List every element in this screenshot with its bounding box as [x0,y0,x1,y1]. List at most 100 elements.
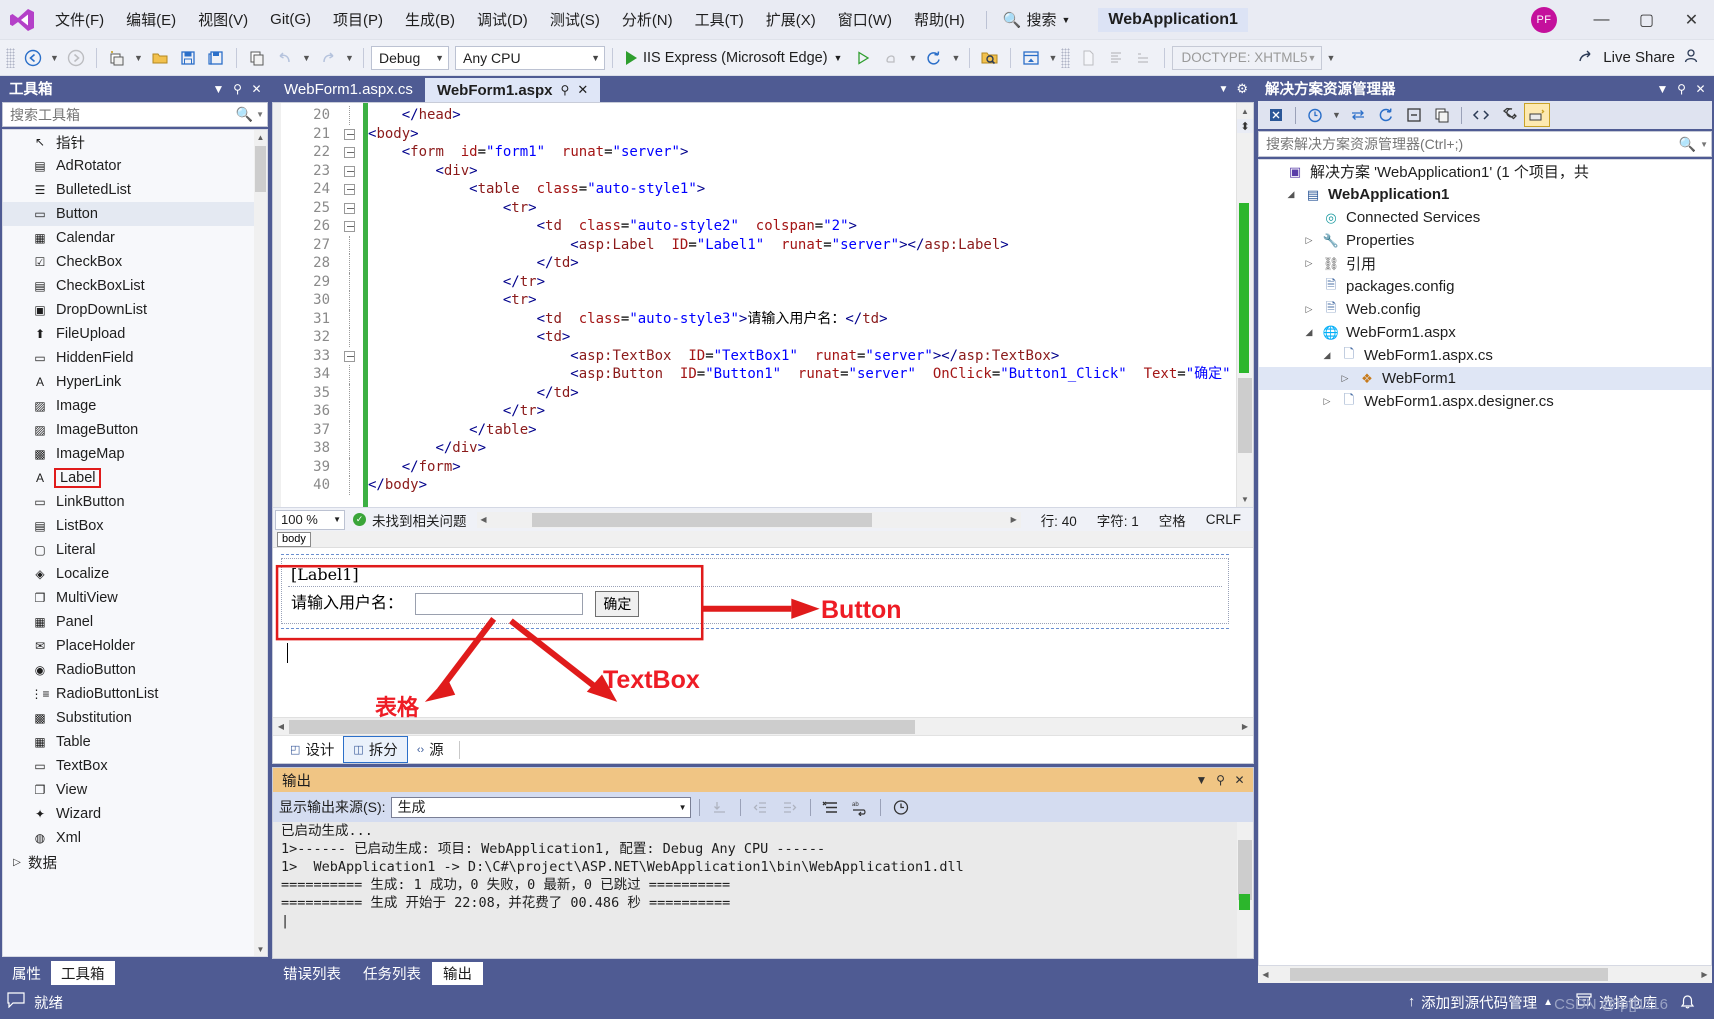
solution-tree-node[interactable]: ▣ 解决方案 'WebApplication1' (1 个项目，共 [1259,160,1711,183]
solution-tree-node[interactable]: ▷ 🗎 Web.config [1259,298,1711,321]
code-folding-column[interactable] [337,103,363,507]
live-share-button[interactable]: Live Share [1578,48,1708,68]
close-icon[interactable]: ✕ [247,79,266,98]
menu-analyze[interactable]: 分析(N) [611,4,684,35]
menu-edit[interactable]: 编辑(E) [115,4,187,35]
toolbox-item-localize[interactable]: ◈ Localize [3,562,267,586]
chevron-down-icon[interactable]: ▼ [1653,79,1672,98]
collapse-icon[interactable] [344,350,355,362]
solution-tree-node[interactable]: ▷ 🔧 Properties [1259,229,1711,252]
toolbox-item-button[interactable]: ▭ Button [3,202,267,226]
refresh-icon[interactable] [1373,103,1399,127]
fold-row[interactable] [337,439,363,458]
toolbar-grip-2[interactable] [1061,47,1071,68]
menu-extensions[interactable]: 扩展(X) [755,4,827,35]
global-search-box[interactable]: 🔍 搜索 ▼ [997,6,1077,33]
collapse-all-icon[interactable] [1401,103,1427,127]
toolbox-item-checkbox[interactable]: ☑ CheckBox [3,250,267,274]
fold-row[interactable] [337,106,363,125]
toolbox-item-radiobuttonlist[interactable]: ⋮≡ RadioButtonList [3,682,267,706]
solution-explorer-view-icon[interactable] [1263,103,1289,127]
toolbar-grip[interactable] [6,47,15,68]
toolbox-item-substitution[interactable]: ▩ Substitution [3,706,267,730]
code-line[interactable]: <asp:Label ID="Label1" runat="server"></… [368,236,1236,255]
expander-collapsed-icon[interactable]: ▷ [1299,304,1319,315]
solution-horizontal-scrollbar[interactable]: ◀ ▶ [1258,966,1712,983]
toolbox-item-fileupload[interactable]: ⬆ FileUpload [3,322,267,346]
navigate-back-icon[interactable] [20,45,46,71]
start-debug-button[interactable]: IIS Express (Microsoft Edge) ▼ [620,50,848,66]
design-label-placeholder[interactable]: [Label1] [291,565,359,584]
toolbar-overflow-icon[interactable]: ▼ [1324,53,1337,63]
design-horizontal-scrollbar[interactable]: ◀ ▶ [273,717,1253,735]
design-h-thumb[interactable] [289,719,915,734]
code-line[interactable]: </td> [368,254,1236,273]
code-line[interactable]: <tr> [368,199,1236,218]
comment-selection-icon[interactable] [1131,45,1157,71]
tab-split-view[interactable]: ◫ 拆分 [343,736,408,763]
fold-row[interactable] [337,125,363,144]
fold-row[interactable] [337,291,363,310]
pending-changes-icon[interactable] [1302,103,1328,127]
tab-properties[interactable]: 属性 [2,961,51,985]
new-project-icon[interactable] [104,45,130,71]
expander-expanded-icon[interactable]: ◢ [1281,189,1301,200]
toolbox-item-list[interactable]: ↖ 指针 ▤ AdRotator ☰ BulletedList ▭ Button ▦ Calend… [2,129,268,957]
menu-project[interactable]: 项目(P) [322,4,394,35]
code-line[interactable]: <td class="auto-style3">请输入用户名：</td> [368,310,1236,329]
zoom-level-select[interactable]: 100 % ▼ [275,509,345,530]
toolbox-item-panel[interactable]: ▦ Panel [3,610,267,634]
fold-row[interactable] [337,309,363,328]
output-vertical-scrollbar[interactable] [1237,822,1253,958]
tag-body[interactable]: body [277,531,311,547]
toolbox-item-dropdownlist[interactable]: ▣ DropDownList [3,298,267,322]
toolbox-scroll-thumb[interactable] [255,146,266,192]
new-file-icon[interactable] [1075,45,1101,71]
code-line[interactable]: <body> [368,125,1236,144]
code-line[interactable]: <form id="form1" runat="server"> [368,143,1236,162]
scroll-down-icon[interactable]: ▼ [1237,491,1253,507]
expander-expanded-icon[interactable]: ◢ [1299,327,1319,338]
scroll-up-icon[interactable]: ▲ [254,130,267,144]
avatar[interactable]: PF [1531,6,1557,33]
scroll-right-icon[interactable]: ▶ [1697,970,1712,979]
fold-row[interactable] [337,143,363,162]
code-line[interactable]: <table class="auto-style1"> [368,180,1236,199]
editor-horizontal-scrollbar[interactable]: ◀ ▶ [476,511,1021,528]
solution-tree-node[interactable]: ▷ ⛓ 引用 [1259,252,1711,275]
open-file-icon[interactable] [147,45,173,71]
fold-row[interactable] [337,272,363,291]
tab-webform1-aspx-cs[interactable]: WebForm1.aspx.cs [272,76,425,102]
tab-toolbox[interactable]: 工具箱 [51,961,115,985]
design-textbox[interactable] [415,593,584,616]
expander-expanded-icon[interactable]: ◢ [1317,350,1337,361]
restart-dropdown-icon[interactable]: ▼ [949,53,962,63]
solution-tree-node[interactable]: ◢ ▤ WebApplication1 [1259,183,1711,206]
toolbox-item-radiobutton[interactable]: ◉ RadioButton [3,658,267,682]
menu-help[interactable]: 帮助(H) [903,4,976,35]
history-icon[interactable] [889,796,913,818]
scroll-left-icon[interactable]: ◀ [1258,970,1273,979]
previous-message-icon[interactable] [749,796,773,818]
solution-tree[interactable]: ▣ 解决方案 'WebApplication1' (1 个项目，共 ◢ ▤ WebApp… [1258,159,1712,966]
toolbox-item-textbox[interactable]: ▭ TextBox [3,754,267,778]
toolbox-item-linkbutton[interactable]: ▭ LinkButton [3,490,267,514]
preview-selected-items-icon[interactable] [1524,103,1550,127]
toggle-word-wrap-icon[interactable]: ab [848,796,872,818]
notifications-icon[interactable] [1673,994,1702,1010]
menu-debug[interactable]: 调试(D) [466,4,539,35]
chevron-down-icon[interactable]: ▼ [256,110,264,119]
view-code-icon[interactable] [1468,103,1494,127]
navigate-forward-icon[interactable] [63,45,89,71]
design-h-track[interactable] [289,719,1237,734]
collapse-icon[interactable] [344,184,355,195]
solution-h-track[interactable] [1273,968,1697,981]
next-message-icon[interactable] [778,796,802,818]
toolbox-item-bulletedlist[interactable]: ☰ BulletedList [3,178,267,202]
toolbox-item-adrotator[interactable]: ▤ AdRotator [3,154,267,178]
close-icon[interactable]: ✕ [1230,771,1249,790]
find-message-icon[interactable] [708,796,732,818]
code-line[interactable]: <td class="auto-style2" colspan="2"> [368,217,1236,236]
code-line[interactable]: <asp:Button ID="Button1" runat="server" … [368,365,1236,384]
scroll-up-icon[interactable]: ▲ [1237,103,1253,119]
